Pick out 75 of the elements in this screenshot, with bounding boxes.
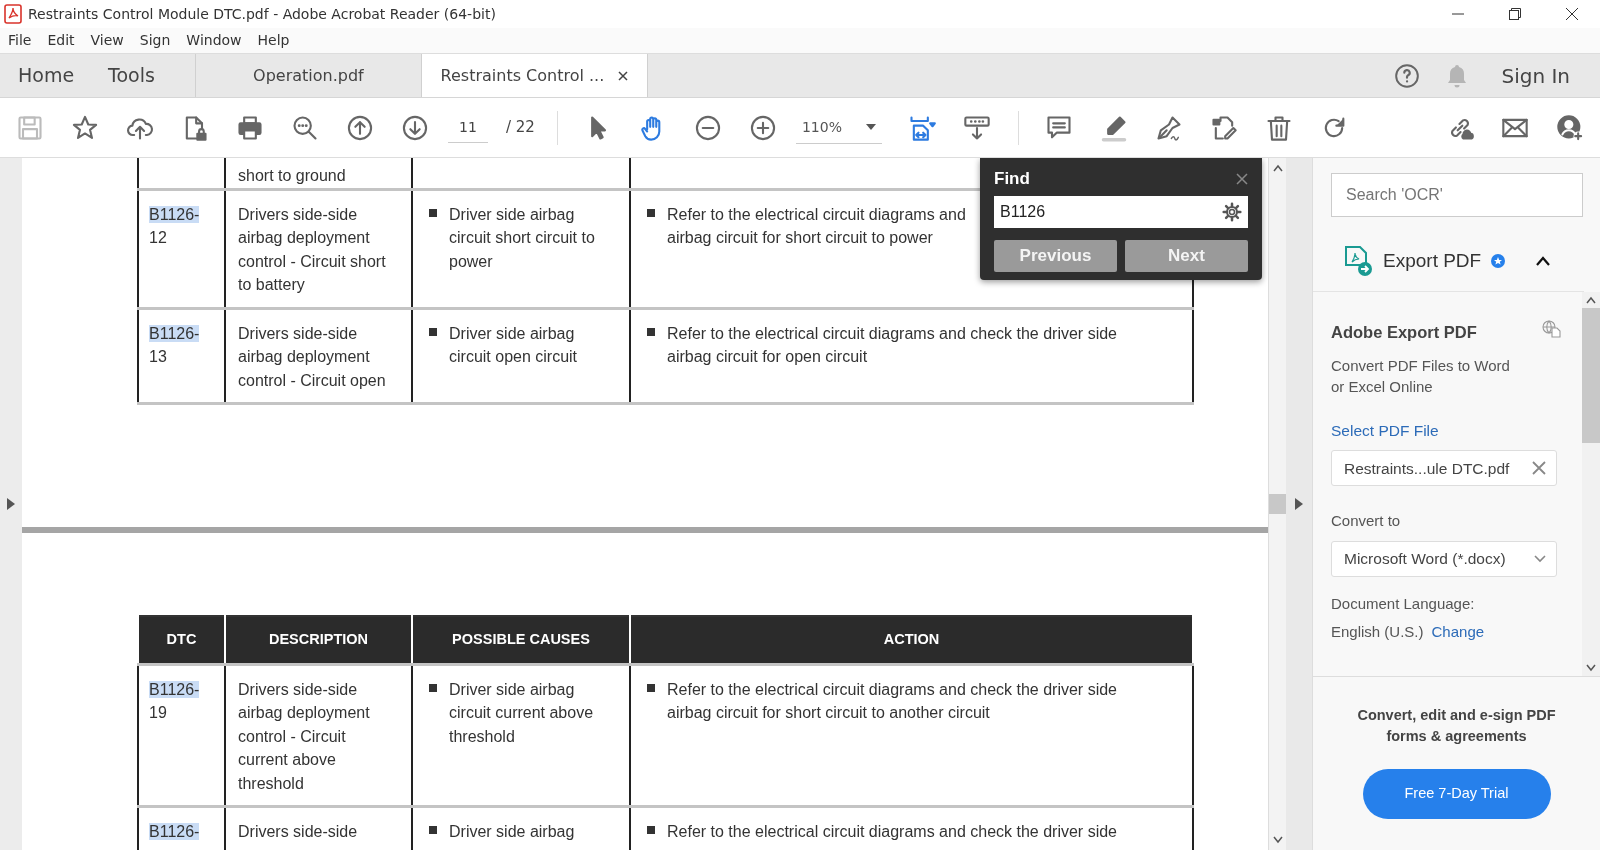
field-label: Convert to: [1331, 511, 1402, 532]
table-cell: Drivers side-side airbag deployment control - Circuit open: [238, 324, 386, 389]
search-field[interactable]: B1126: [994, 196, 1248, 228]
remove-file-icon[interactable]: [1532, 461, 1546, 476]
menu-item[interactable]: Help: [249, 30, 298, 51]
restore-icon[interactable]: [1507, 7, 1522, 21]
file-field[interactable]: Restraints...ule DTC.pdf: [1331, 450, 1557, 487]
bullet-icon: [429, 826, 437, 835]
settings-icon[interactable]: [1222, 202, 1242, 222]
table-cell-text: Driver side airbag circuit short circuit to power: [449, 204, 596, 272]
bullet-icon: [429, 683, 437, 692]
badge-icon: [1491, 254, 1506, 268]
field-label: Document Language:: [1331, 593, 1476, 614]
menu-item[interactable]: Edit: [39, 30, 83, 51]
table-cell-text: B1126- 13: [149, 323, 201, 367]
bullet-icon: [647, 683, 655, 692]
bullet-icon: [429, 208, 437, 217]
collapse-panel-arrow[interactable]: [1295, 498, 1303, 510]
table-cell-text: B1126-: [149, 822, 201, 843]
collapse-caret-icon[interactable]: [1535, 256, 1552, 266]
pdf-app-icon: [4, 4, 22, 24]
document-tab[interactable]: Operation.pdf: [194, 54, 421, 97]
document-tab[interactable]: Restraints Control ...: [420, 54, 647, 97]
caret-icon[interactable]: [865, 124, 876, 130]
table-cell-text: Driver side airbag circuit current above threshold: [449, 679, 595, 747]
table-cell: Drivers side-side: [238, 823, 358, 841]
scroll-thumb[interactable]: [1268, 494, 1287, 514]
scroll-thumb[interactable]: [1582, 308, 1600, 443]
sign-in-button[interactable]: Sign In: [1487, 54, 1600, 97]
change-link[interactable]: Change: [1431, 623, 1485, 641]
panel-title: Adobe Export PDF: [1331, 322, 1477, 343]
panel-description: Convert PDF Files to Word or Excel Online: [1331, 355, 1511, 397]
page-number-field[interactable]: 11: [448, 112, 488, 143]
export-pdf-icon: [1343, 245, 1373, 277]
zoom-dropdown[interactable]: 110%: [795, 111, 882, 144]
table-cell-text: B1126- 12: [149, 204, 201, 248]
select-file-link[interactable]: Select PDF File: [1331, 418, 1439, 442]
table-cell-text: Refer to the electrical circuit diagrams and check the driver side airbag circuit for open circuit: [667, 323, 1118, 367]
window-title: Restraints Control Module DTC.pdf - Adobe Acrobat Reader (64-bit): [28, 4, 496, 24]
dialog-title: Find: [994, 168, 1030, 191]
table-cell-text: Refer to the electrical circuit diagrams and check the driver side: [667, 822, 1117, 843]
menu-item[interactable]: View: [82, 30, 132, 51]
table-cell-text: Refer to the electrical circuit diagrams and airbag circuit for short circuit to power: [667, 204, 966, 248]
column-header: DESCRIPTION: [225, 616, 412, 665]
page-count: / 22: [506, 117, 535, 139]
table-cell: Drivers side-side airbag deployment control - Circuit current above threshold: [238, 680, 370, 792]
table-cell-text: Driver side airbag: [449, 822, 575, 843]
tool-title[interactable]: Export PDF: [1383, 246, 1482, 276]
table-cell: short to ground: [238, 166, 346, 184]
language-value: English (U.S.): [1331, 623, 1424, 641]
bullet-icon: [647, 208, 655, 217]
format-dropdown[interactable]: Microsoft Word (*.docx): [1331, 540, 1557, 577]
table-cell-text: Refer to the electrical circuit diagrams and check the driver side airbag circuit for short circuit to another circuit: [667, 679, 1118, 724]
menu-item[interactable]: File: [0, 30, 40, 51]
chevron-down-icon[interactable]: [1534, 554, 1546, 563]
close-tab-icon[interactable]: [618, 70, 629, 81]
globe-document-icon[interactable]: [1542, 320, 1562, 338]
nav-tab[interactable]: Home: [0, 54, 92, 97]
close-icon[interactable]: [1564, 7, 1579, 21]
column-header: POSSIBLE CAUSES: [412, 616, 630, 665]
table-cell-text: Driver side airbag circuit open circuit: [449, 323, 579, 367]
bullet-icon: [647, 327, 655, 336]
search-field[interactable]: Search 'OCR': [1331, 173, 1583, 217]
menu-item[interactable]: Sign: [131, 30, 179, 51]
column-header: ACTION: [630, 616, 1193, 665]
bullet-icon: [647, 826, 655, 835]
menu-item[interactable]: Window: [178, 30, 250, 51]
trial-button[interactable]: Free 7-Day Trial: [1362, 769, 1551, 819]
column-header: DTC: [138, 616, 225, 665]
bullet-icon: [429, 327, 437, 336]
expand-panel-arrow[interactable]: [7, 498, 15, 510]
table-cell-text: B1126- 19: [149, 679, 201, 724]
nav-tab[interactable]: Tools: [91, 54, 195, 97]
promo-text: Convert, edit and e-sign PDF forms & agreements: [1356, 706, 1557, 746]
table-cell: Drivers side-side airbag deployment control - Circuit short to battery: [238, 205, 386, 293]
